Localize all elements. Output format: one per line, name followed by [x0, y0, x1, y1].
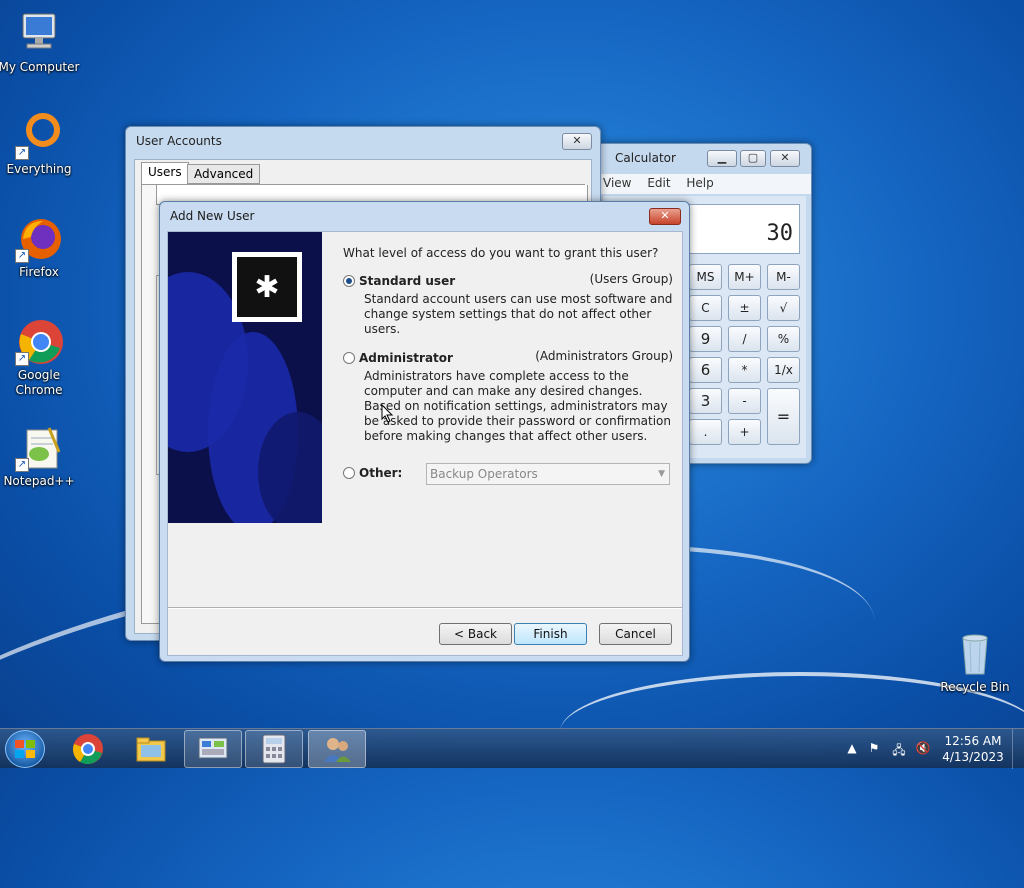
- desktop-icon-my-computer[interactable]: My Computer: [0, 10, 81, 75]
- chrome-icon: ↗: [15, 318, 63, 366]
- close-button[interactable]: ✕: [770, 150, 800, 167]
- shortcut-arrow-icon: ↗: [15, 458, 29, 472]
- calculator-icon: [262, 734, 286, 764]
- option-group: (Administrators Group): [535, 349, 673, 363]
- dialog-client: ✱ What level of access do you want to gr…: [167, 231, 683, 656]
- close-button[interactable]: ✕: [562, 133, 592, 150]
- taskbar-clock[interactable]: 12:56 AM 4/13/2023: [940, 733, 1006, 765]
- recycle-bin-icon: [951, 630, 999, 678]
- desktop-icon-label: Google Chrome: [15, 368, 63, 397]
- users-icon: [324, 738, 351, 762]
- chrome-icon: [73, 734, 103, 765]
- chevron-down-icon: ▼: [658, 469, 665, 479]
- radio-administrator[interactable]: [343, 352, 355, 364]
- desktop-icon-recycle-bin[interactable]: Recycle Bin: [933, 630, 1017, 695]
- key-decimal[interactable]: .: [689, 419, 722, 445]
- user-accounts-title: User Accounts: [136, 134, 222, 148]
- select-value: Backup Operators: [430, 467, 538, 481]
- calculator-menu-bar: View Edit Help: [597, 174, 811, 194]
- everything-icon: ↗: [15, 112, 63, 160]
- cancel-button[interactable]: Cancel: [599, 623, 672, 645]
- key-plus[interactable]: +: [728, 419, 761, 445]
- taskbar-calculator[interactable]: [245, 730, 303, 768]
- taskbar-add-new-user[interactable]: [308, 730, 366, 768]
- option-name: Other:: [359, 466, 403, 480]
- desktop-icon-label: Notepad++: [3, 474, 75, 488]
- shortcut-arrow-icon: ↗: [15, 249, 29, 263]
- show-desktop-button[interactable]: [1012, 729, 1024, 769]
- menu-help[interactable]: Help: [680, 174, 719, 192]
- key-reciprocal[interactable]: 1/x: [767, 357, 800, 383]
- finish-button[interactable]: Finish: [514, 623, 587, 645]
- folder-icon: [136, 737, 166, 762]
- add-new-user-dialog[interactable]: Add New User ✕ ✱ What level of access do…: [159, 201, 690, 662]
- taskbar: ▲ ⚑ 🖧 🔇 12:56 AM 4/13/2023: [0, 728, 1024, 769]
- key-plus-minus[interactable]: ±: [728, 295, 761, 321]
- dialog-title: Add New User: [170, 209, 255, 223]
- control-panel-icon: [198, 737, 228, 759]
- key-9[interactable]: 9: [689, 326, 722, 352]
- notepadpp-icon: ↗: [15, 424, 63, 472]
- access-question: What level of access do you want to gran…: [343, 246, 659, 260]
- tab-users[interactable]: Users: [141, 162, 189, 184]
- windows-logo-icon: [15, 740, 35, 758]
- tab-advanced[interactable]: Advanced: [187, 164, 261, 184]
- option-administrator[interactable]: Administrator (Administrators Group) Adm…: [343, 349, 673, 443]
- menu-view[interactable]: View: [597, 174, 637, 192]
- network-icon[interactable]: 🖧: [891, 741, 907, 757]
- taskbar-explorer[interactable]: [122, 730, 180, 768]
- option-name: Standard user: [359, 274, 456, 288]
- minimize-button[interactable]: ▁: [707, 150, 737, 167]
- option-standard-user[interactable]: Standard user (Users Group) Standard acc…: [343, 272, 673, 336]
- back-button[interactable]: < Back: [439, 623, 512, 645]
- option-other[interactable]: Other:: [343, 466, 423, 486]
- taskbar-user-accounts[interactable]: [184, 730, 242, 768]
- key-equals[interactable]: =: [767, 388, 800, 445]
- close-button[interactable]: ✕: [649, 208, 681, 225]
- key-3[interactable]: 3: [689, 388, 722, 414]
- key-sqrt[interactable]: √: [767, 295, 800, 321]
- mouse-cursor-icon: [381, 404, 394, 423]
- desktop-icon-everything[interactable]: ↗ Everything: [0, 112, 81, 177]
- clock-time: 12:56 AM: [944, 734, 1002, 748]
- desktop-icon-firefox[interactable]: ↗ Firefox: [0, 215, 81, 280]
- maximize-button[interactable]: ▢: [740, 150, 766, 167]
- wizard-logo-icon: ✱: [232, 252, 302, 322]
- volume-muted-icon[interactable]: 🔇: [915, 741, 931, 757]
- radio-standard-user[interactable]: [343, 275, 355, 287]
- start-button[interactable]: [5, 730, 45, 768]
- key-m-plus[interactable]: M+: [728, 264, 761, 290]
- desktop-icon-label: Firefox: [19, 265, 59, 279]
- separator: [168, 607, 682, 609]
- menu-edit[interactable]: Edit: [641, 174, 676, 192]
- key-percent[interactable]: %: [767, 326, 800, 352]
- clock-date: 4/13/2023: [942, 750, 1004, 764]
- shortcut-arrow-icon: ↗: [15, 352, 29, 366]
- key-divide[interactable]: /: [728, 326, 761, 352]
- action-center-icon[interactable]: ⚑: [866, 741, 882, 757]
- desktop-icon-label: Everything: [6, 162, 72, 176]
- key-multiply[interactable]: *: [728, 357, 761, 383]
- radio-other[interactable]: [343, 467, 355, 479]
- wizard-banner: ✱: [168, 232, 322, 523]
- key-6[interactable]: 6: [689, 357, 722, 383]
- option-group: (Users Group): [589, 272, 673, 286]
- option-description: Standard account users can use most soft…: [364, 292, 673, 336]
- key-minus[interactable]: -: [728, 388, 761, 414]
- shortcut-arrow-icon: ↗: [15, 146, 29, 160]
- option-description: Administrators have complete access to t…: [364, 369, 672, 443]
- other-group-select[interactable]: Backup Operators ▼: [426, 463, 670, 485]
- option-name: Administrator: [359, 351, 453, 365]
- key-clear[interactable]: C: [689, 295, 722, 321]
- computer-icon: [15, 10, 63, 58]
- taskbar-chrome[interactable]: [59, 730, 117, 768]
- key-m-minus[interactable]: M-: [767, 264, 800, 290]
- desktop-icon-label: Recycle Bin: [940, 680, 1010, 694]
- desktop-icon-notepadpp[interactable]: ↗ Notepad++: [0, 424, 81, 489]
- firefox-icon: ↗: [15, 215, 63, 263]
- desktop-icon-label: My Computer: [0, 60, 80, 74]
- desktop-icon-google-chrome[interactable]: ↗ Google Chrome: [0, 318, 81, 398]
- show-hidden-icons-button[interactable]: ▲: [844, 741, 860, 757]
- key-ms[interactable]: MS: [689, 264, 722, 290]
